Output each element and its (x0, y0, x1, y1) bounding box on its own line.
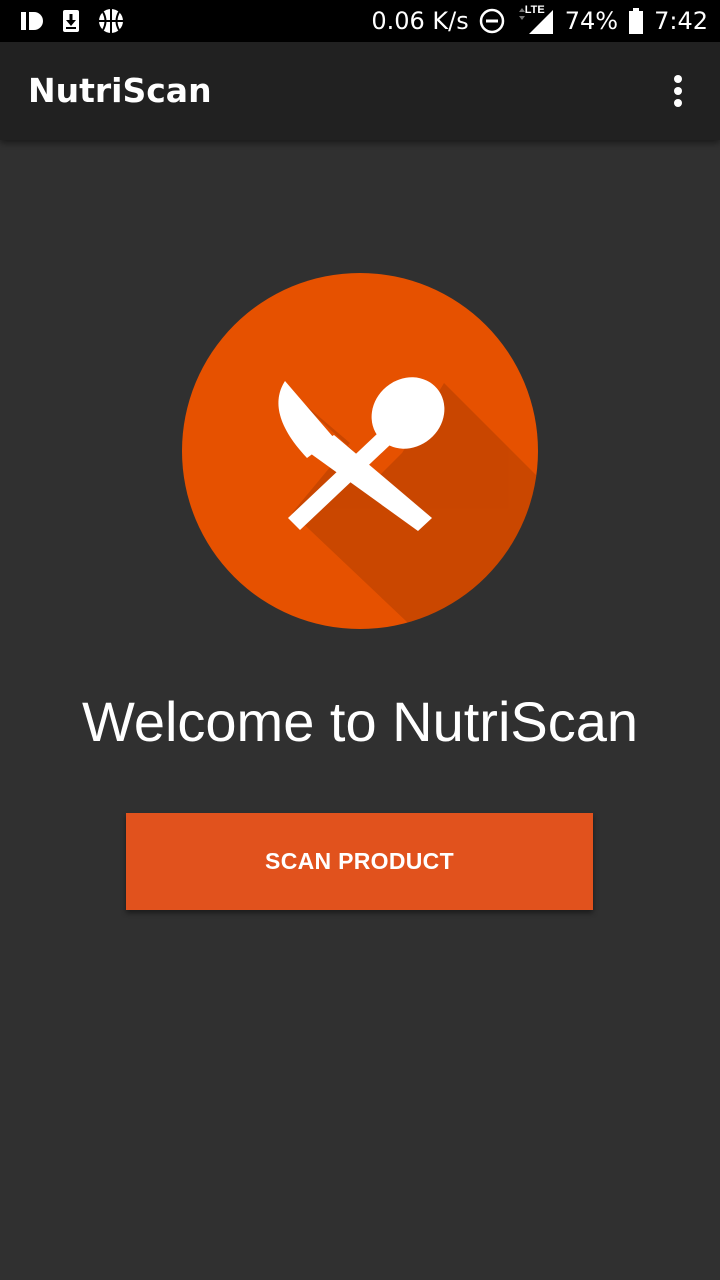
status-bar: 0.06 K/s LTE 74% 7:42 (0, 0, 720, 42)
signal-icon: LTE (515, 4, 555, 36)
clock: 7:42 (654, 7, 708, 35)
more-vert-icon[interactable] (658, 71, 698, 111)
battery-icon (629, 8, 644, 34)
app-title: NutriScan (28, 71, 212, 110)
scan-product-button[interactable]: SCAN PRODUCT (126, 813, 593, 910)
app-toolbar: NutriScan (0, 42, 720, 140)
id-icon (21, 12, 43, 30)
battery-percent: 74% (564, 7, 619, 35)
download-icon (63, 10, 79, 32)
status-right-icons: 0.06 K/s LTE 74% 7:42 (371, 0, 708, 42)
welcome-heading: Welcome to NutriScan (81, 690, 639, 753)
utensils-icon (182, 273, 538, 629)
dnd-icon (479, 8, 504, 34)
network-speed: 0.06 K/s (371, 7, 469, 35)
basketball-icon (99, 9, 123, 33)
app-logo (182, 273, 538, 629)
status-left-icons (20, 7, 124, 35)
